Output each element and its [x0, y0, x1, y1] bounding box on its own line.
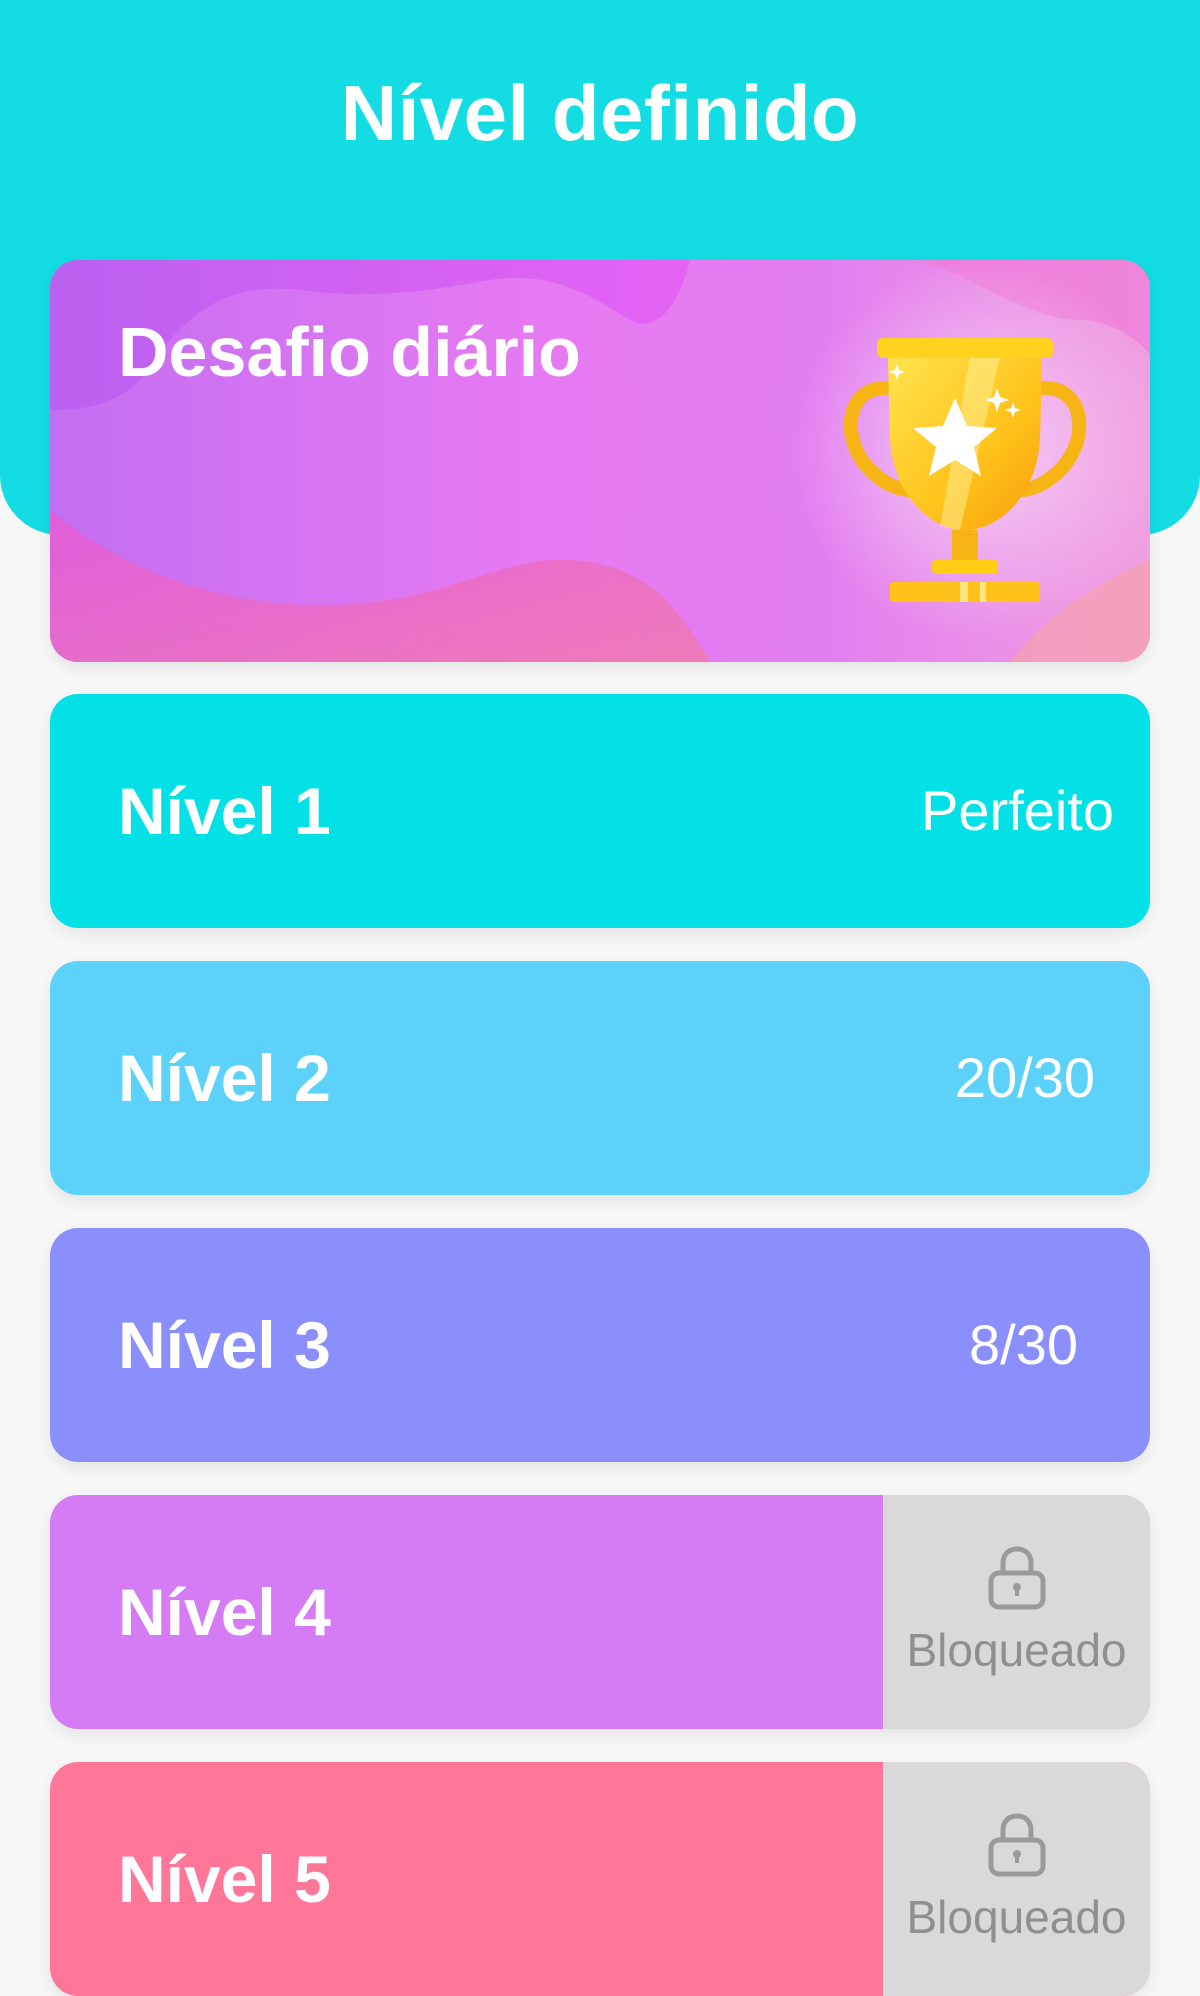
level-5-name: Nível 5 [118, 1842, 331, 1916]
level-2-name: Nível 2 [118, 1041, 331, 1115]
level-1-name: Nível 1 [118, 774, 331, 848]
level-3-card[interactable]: Nível 3 8/30 [50, 1228, 1150, 1462]
level-3-name: Nível 3 [118, 1308, 331, 1382]
level-4-locked-label: Bloqueado [906, 1624, 1127, 1676]
page-title: Nível definido [340, 69, 860, 157]
level-5-locked-label: Bloqueado [906, 1891, 1127, 1943]
level-4-name: Nível 4 [118, 1575, 331, 1649]
level-3-progress: 8/30 [969, 1313, 1078, 1376]
level-5-card[interactable]: Nível 5 Bloqueado [50, 1762, 1150, 1996]
level-4-locked-panel: Bloqueado [883, 1495, 1150, 1729]
level-1-card[interactable]: Nível 1 Perfeito [50, 694, 1150, 928]
trophy-icon [843, 338, 1087, 602]
level-1-status: Perfeito [921, 779, 1114, 842]
lock-icon [988, 1813, 1046, 1877]
level-2-progress: 20/30 [954, 1046, 1095, 1109]
lock-icon [988, 1546, 1046, 1610]
level-4-card[interactable]: Nível 4 Bloqueado [50, 1495, 1150, 1729]
daily-challenge-card[interactable]: Desafio diário [50, 260, 1150, 662]
level-5-locked-panel: Bloqueado [883, 1762, 1150, 1996]
level-2-card[interactable]: Nível 2 20/30 [50, 961, 1150, 1195]
challenge-title: Desafio diário [118, 313, 581, 391]
